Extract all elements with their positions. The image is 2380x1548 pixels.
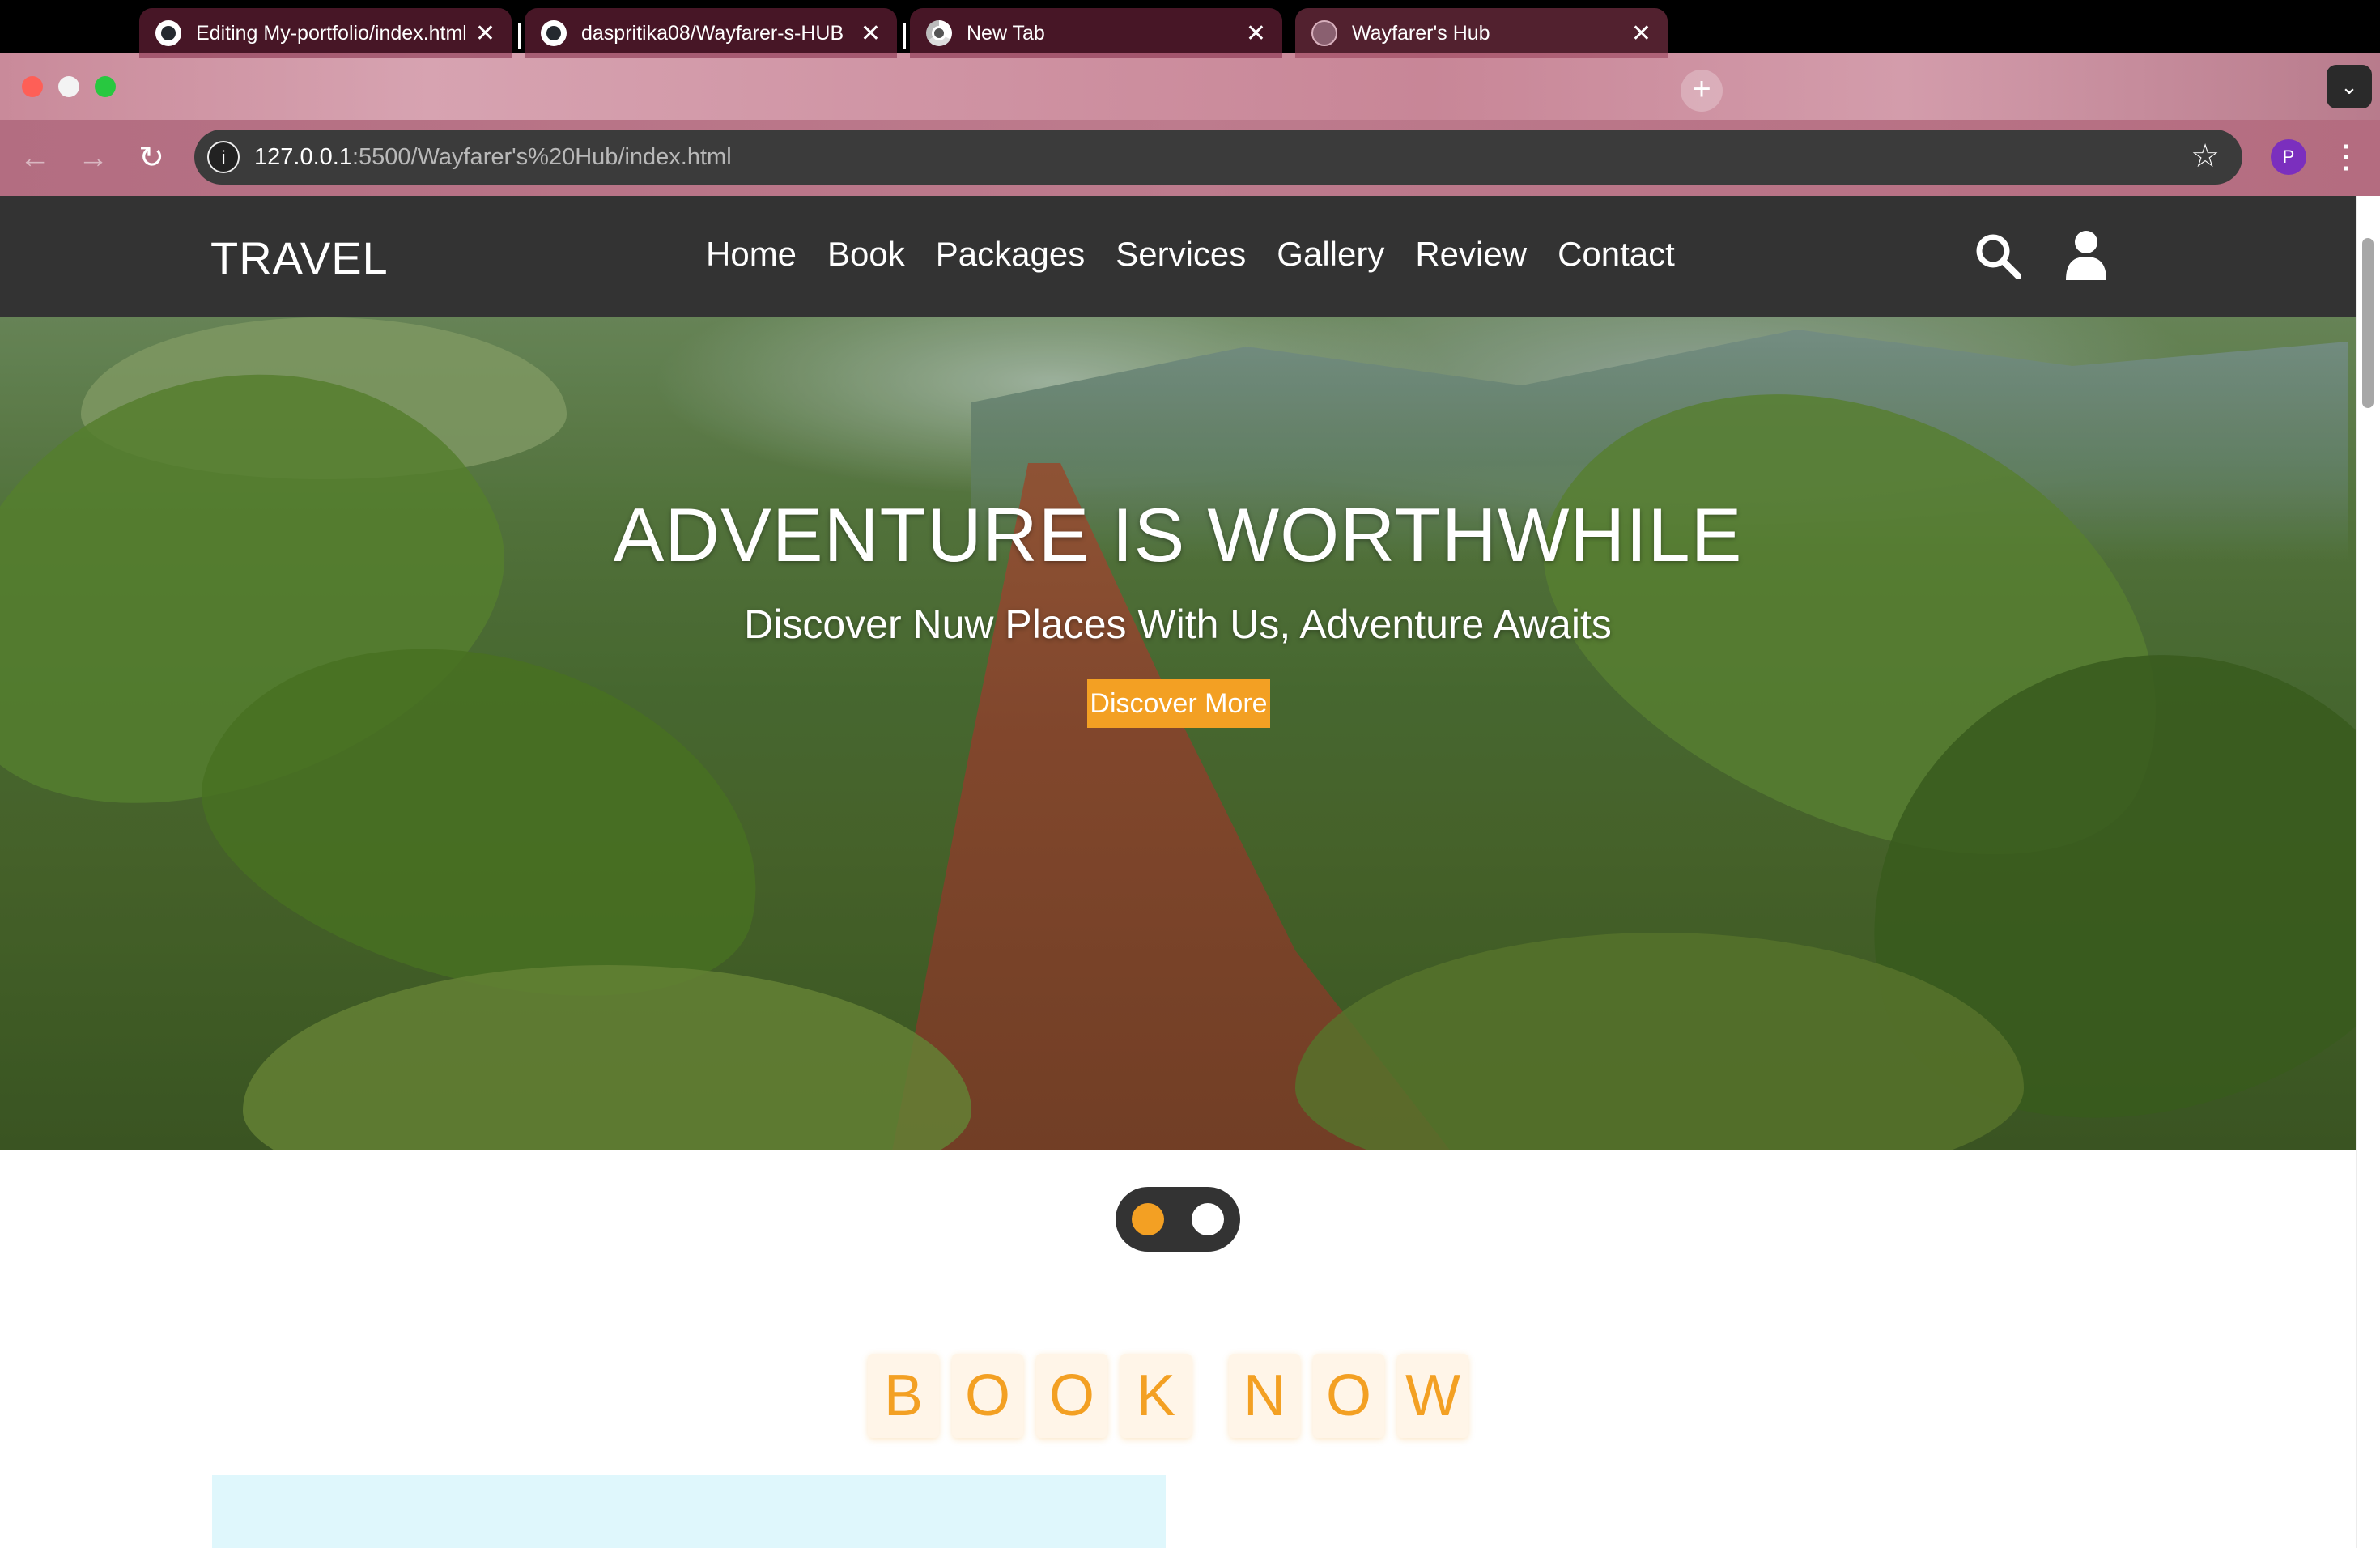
globe-icon	[1311, 20, 1337, 46]
reload-icon[interactable]: ↻	[130, 136, 173, 180]
heading-space	[1205, 1354, 1229, 1438]
heading-letter: N	[1229, 1354, 1300, 1438]
heading-letter: B	[868, 1354, 939, 1438]
profile-avatar[interactable]: P	[2271, 139, 2306, 175]
new-tab-button[interactable]: +	[1681, 70, 1723, 112]
chrome-icon	[926, 20, 952, 46]
search-icon[interactable]	[1974, 232, 2022, 280]
close-icon[interactable]: ✕	[1246, 19, 1266, 48]
close-icon[interactable]: ✕	[861, 19, 881, 48]
github-icon	[155, 20, 181, 46]
nav-book[interactable]: Book	[827, 235, 905, 274]
browser-toolbar: ← → ↻ i 127.0.0.1:5500/Wayfarer's%20Hub/…	[0, 120, 2380, 196]
page-viewport: TRAVEL Home Book Packages Services Galle…	[0, 196, 2380, 1548]
book-now-heading: B O O K N O W	[868, 1354, 1481, 1438]
address-bar[interactable]: i 127.0.0.1:5500/Wayfarer's%20Hub/index.…	[194, 130, 2242, 185]
heading-letter: O	[952, 1354, 1023, 1438]
nav-packages[interactable]: Packages	[936, 235, 1085, 274]
url-text: 127.0.0.1:5500/Wayfarer's%20Hub/index.ht…	[254, 144, 732, 171]
heading-letter: W	[1397, 1354, 1468, 1438]
slide-dot-2[interactable]	[1192, 1203, 1224, 1235]
discover-more-button[interactable]: Discover More	[1087, 679, 1270, 728]
heading-letter: K	[1120, 1354, 1192, 1438]
browser-tab-3[interactable]: New Tab ✕	[910, 8, 1282, 58]
booking-image-panel	[212, 1475, 1166, 1548]
heading-letter: O	[1036, 1354, 1107, 1438]
forward-arrow-icon[interactable]: →	[71, 136, 115, 180]
url-host: 127.0.0.1	[254, 143, 352, 170]
bookmark-star-icon[interactable]: ☆	[2191, 138, 2220, 175]
hero-title: ADVENTURE IS WORTHWHILE	[613, 492, 1743, 577]
browser-tab-strip	[0, 53, 2380, 120]
tab-title: Wayfarer's Hub	[1352, 21, 1490, 45]
url-path: :5500/Wayfarer's%20Hub/index.html	[351, 143, 732, 170]
browser-tab-1[interactable]: Editing My-portfolio/index.html ✕	[139, 8, 512, 58]
browser-tab-2[interactable]: daspritika08/Wayfarer-s-HUB ✕	[525, 8, 897, 58]
browser-tab-active[interactable]: Wayfarer's Hub ✕	[1295, 8, 1668, 58]
close-icon[interactable]: ✕	[1631, 19, 1651, 48]
github-icon	[541, 20, 567, 46]
user-icon[interactable]	[2064, 230, 2108, 280]
maximize-window-button[interactable]	[95, 76, 116, 97]
hero-banner: ADVENTURE IS WORTHWHILE Discover Nuw Pla…	[0, 317, 2356, 1150]
slide-dot-1[interactable]	[1132, 1203, 1164, 1235]
tab-title: New Tab	[967, 21, 1045, 45]
tab-search-button[interactable]: ⌄	[2327, 65, 2372, 108]
nav-home[interactable]: Home	[706, 235, 797, 274]
page-scrollbar[interactable]	[2356, 196, 2380, 1548]
main-nav: Home Book Packages Services Gallery Revi…	[706, 235, 1675, 274]
minimize-window-button[interactable]	[58, 76, 79, 97]
nav-review[interactable]: Review	[1415, 235, 1527, 274]
slider-toggle[interactable]	[1116, 1187, 1240, 1252]
nav-contact[interactable]: Contact	[1558, 235, 1675, 274]
tab-separator	[518, 23, 521, 49]
scrollbar-thumb[interactable]	[2362, 238, 2374, 408]
close-window-button[interactable]	[22, 76, 43, 97]
tab-title: daspritika08/Wayfarer-s-HUB	[581, 21, 844, 45]
browser-menu-icon[interactable]: ⋮	[2330, 134, 2362, 180]
back-arrow-icon[interactable]: ←	[13, 136, 57, 180]
site-logo[interactable]: TRAVEL	[210, 232, 389, 284]
tab-separator	[903, 23, 906, 49]
heading-letter: O	[1313, 1354, 1384, 1438]
site-header: TRAVEL Home Book Packages Services Galle…	[0, 196, 2356, 317]
nav-services[interactable]: Services	[1116, 235, 1246, 274]
hero-overlay	[0, 317, 2356, 1150]
nav-gallery[interactable]: Gallery	[1277, 235, 1384, 274]
site-info-icon[interactable]: i	[207, 141, 240, 173]
hero-subtitle: Discover Nuw Places With Us, Adventure A…	[744, 602, 1612, 647]
close-icon[interactable]: ✕	[475, 19, 495, 48]
tab-title: Editing My-portfolio/index.html	[196, 21, 465, 45]
